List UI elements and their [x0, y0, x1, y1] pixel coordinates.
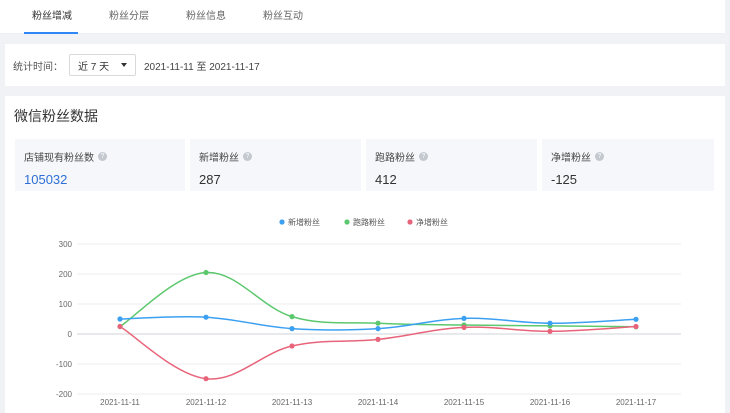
- x-tick-label: 2021-11-15: [444, 398, 485, 407]
- data-point: [117, 323, 123, 330]
- y-tick-label: 100: [59, 300, 73, 309]
- tab-fan-layers[interactable]: 粉丝分层: [99, 0, 176, 34]
- data-point: [547, 328, 553, 334]
- data-point: [203, 314, 209, 320]
- time-range-value: 近 7 天: [78, 61, 110, 73]
- data-point: [461, 315, 467, 321]
- data-point: [117, 316, 123, 322]
- data-point: [633, 323, 639, 330]
- legend-label: 净增粉丝: [416, 217, 448, 227]
- series-line-1: [119, 271, 637, 328]
- legend-marker: [344, 219, 350, 225]
- tab-fan-change[interactable]: 粉丝增减: [22, 0, 99, 34]
- legend-marker: [279, 219, 285, 225]
- fan-trend-chart: 300 200 100 0 -100 -200 2021-11-11 2021-11-12 20…: [56, 217, 681, 407]
- time-range-select[interactable]: 近 7 天: [69, 54, 136, 76]
- data-point: [375, 336, 381, 342]
- legend-marker: [407, 219, 413, 225]
- data-point: [461, 324, 467, 330]
- y-tick-label: 300: [59, 240, 73, 249]
- x-tick-label: 2021-11-12: [186, 398, 227, 407]
- legend-label: 跑路粉丝: [353, 217, 385, 227]
- data-point: [203, 376, 209, 382]
- x-tick-label: 2021-11-14: [358, 398, 399, 407]
- wechat-fan-panel: 微信粉丝数据 店铺现有粉丝数? 105032 新增粉丝? 287 跑路粉丝? 4…: [5, 96, 725, 413]
- data-point: [375, 320, 381, 326]
- data-point: [289, 314, 295, 320]
- date-range-text: 2021-11-11 至 2021-11-17: [144, 61, 260, 73]
- y-tick-label: 200: [59, 270, 73, 279]
- data-point: [289, 326, 295, 332]
- data-point: [289, 343, 295, 349]
- tab-fan-interaction[interactable]: 粉丝互动: [253, 0, 330, 34]
- tab-fan-info[interactable]: 粉丝信息: [176, 0, 253, 34]
- y-tick-label: -200: [56, 390, 73, 399]
- data-point: [203, 269, 209, 276]
- tab-bar: 粉丝增减 粉丝分层 粉丝信息 粉丝互动: [0, 0, 725, 34]
- x-tick-label: 2021-11-11: [100, 398, 140, 407]
- x-tick-label: 2021-11-17: [616, 398, 657, 407]
- x-tick-label: 2021-11-16: [530, 398, 571, 407]
- y-tick-label: 0: [68, 330, 73, 339]
- filter-bar: 统计时间： 近 7 天 2021-11-11 至 2021-11-17: [5, 44, 725, 86]
- legend-label: 新增粉丝: [288, 217, 320, 227]
- data-point: [547, 320, 553, 326]
- data-point: [375, 326, 381, 332]
- stat-time-label: 统计时间：: [13, 61, 63, 73]
- data-point: [633, 316, 639, 322]
- y-tick-label: -100: [56, 360, 73, 369]
- x-tick-label: 2021-11-13: [272, 398, 313, 407]
- chevron-down-icon: [121, 63, 127, 67]
